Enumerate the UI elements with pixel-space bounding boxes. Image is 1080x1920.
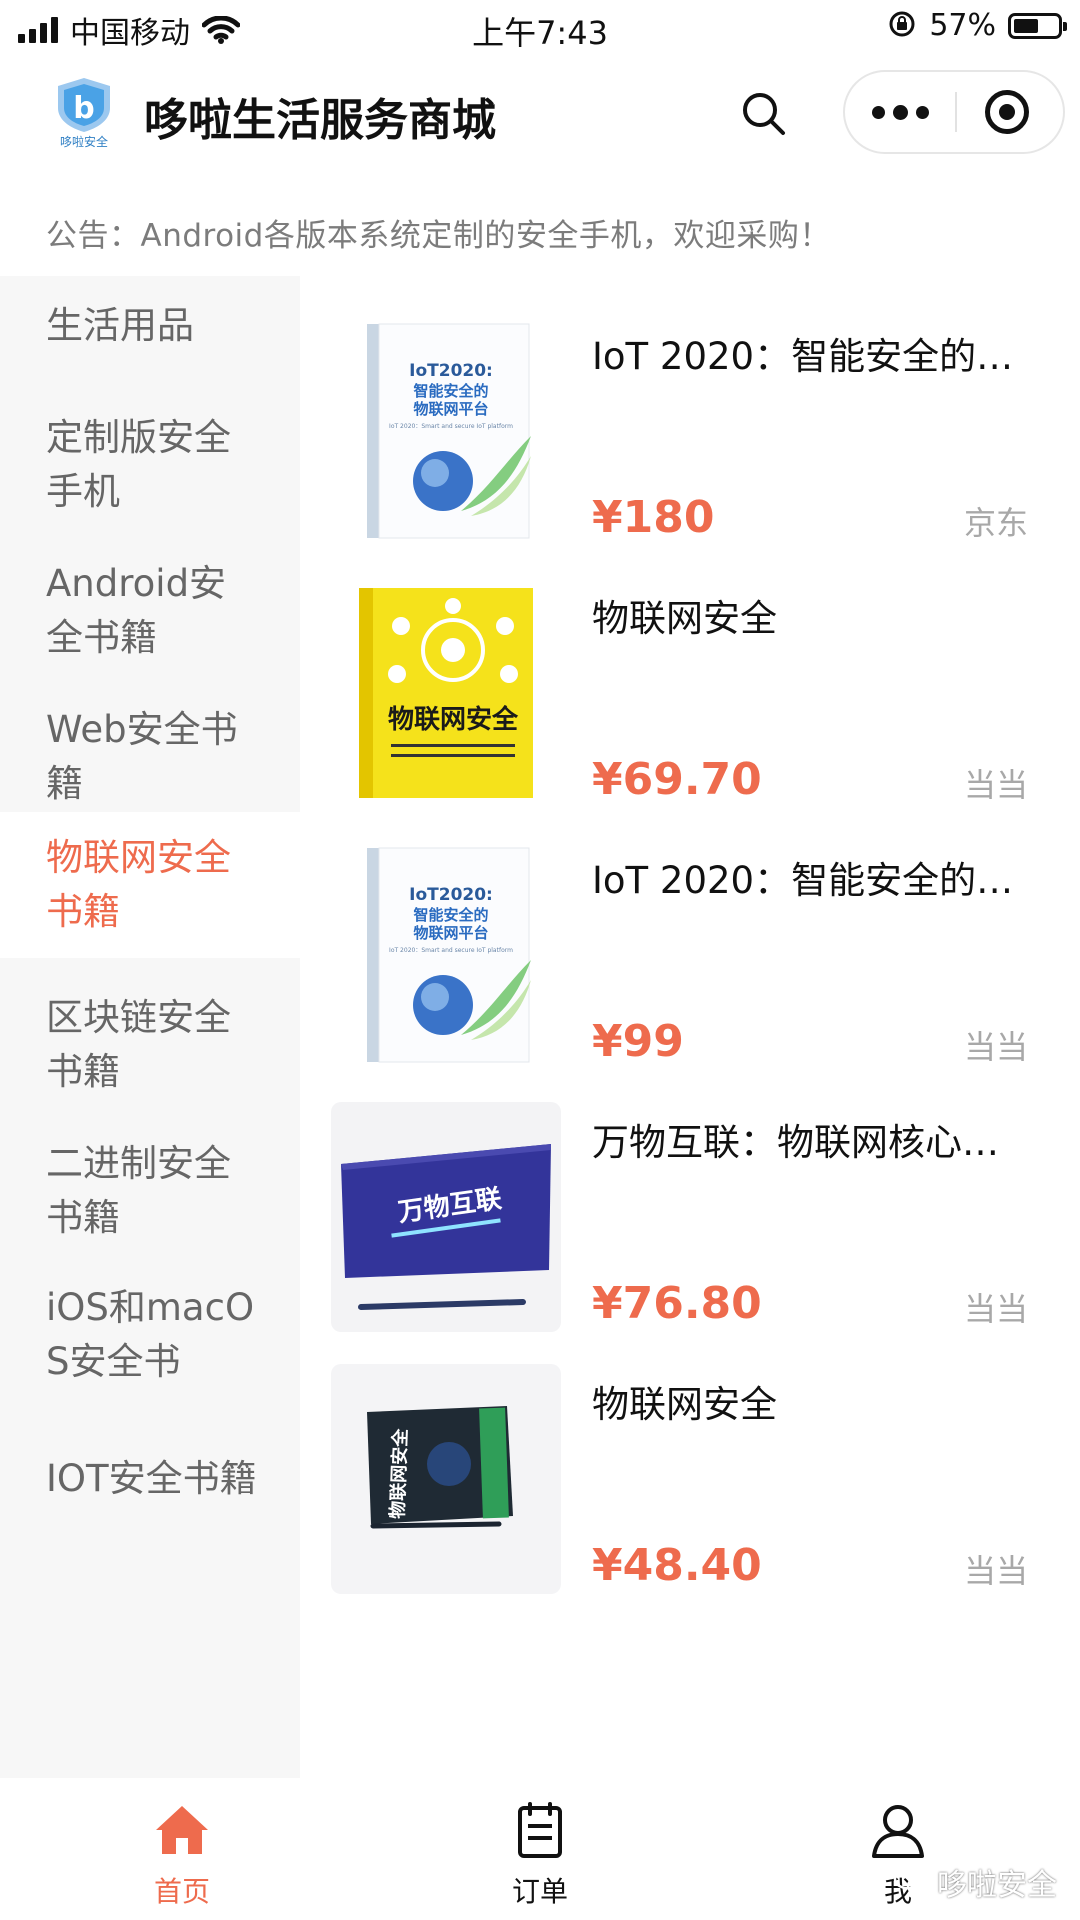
product-price: ¥48.40 — [592, 1540, 762, 1591]
product-title: 物联网安全 — [592, 597, 777, 640]
product-title: 万物互联：物联网核心技术与安全 — [592, 1121, 1032, 1164]
svg-text:IoT2020:: IoT2020: — [409, 361, 493, 381]
capsule-divider — [955, 92, 957, 132]
product-image[interactable]: IoT2020: 智能安全的 物联网平台 IoT 2020：Smart and … — [331, 840, 561, 1070]
tab-orders-label: 订单 — [511, 1875, 568, 1908]
watermark-text: 哆啦安全 — [937, 1868, 1057, 1903]
product-store: 当当 — [963, 1028, 1028, 1066]
product-item[interactable]: IoT2020: 智能安全的 物联网平台 IoT 2020：Smart and … — [300, 840, 1080, 1102]
product-price: ¥76.80 — [592, 1278, 762, 1329]
battery-percentage: 57% — [929, 8, 996, 43]
category-label: 二进制安全书籍 — [46, 1142, 231, 1239]
rotation-lock-icon — [887, 9, 917, 43]
product-title: IoT 2020：智能安全的物联网平台 — [592, 335, 1032, 378]
app-title: 哆啦生活服务商城 — [144, 95, 496, 146]
category-label: Android安全书籍 — [46, 562, 227, 659]
product-image[interactable]: 物联网安全 — [331, 1364, 561, 1594]
category-label: iOS和macOS安全书 — [46, 1286, 255, 1383]
announcement-text: 公告：Android各版本系统定制的安全手机，欢迎采购！ — [46, 218, 831, 254]
svg-text:IoT 2020：Smart and secure IoT: IoT 2020：Smart and secure IoT platform — [389, 947, 513, 954]
svg-text:物联网平台: 物联网平台 — [413, 400, 488, 418]
category-label: 区块链安全书籍 — [46, 996, 231, 1093]
product-title: 物联网安全 — [592, 1383, 777, 1426]
more-button[interactable] — [845, 72, 955, 152]
product-image[interactable]: 万物互联 — [331, 1102, 561, 1332]
svg-text:物联网安全: 物联网安全 — [388, 704, 519, 735]
tab-orders[interactable]: 订单 — [440, 1778, 640, 1920]
tab-home-label: 首页 — [153, 1875, 210, 1908]
product-store: 当当 — [963, 1552, 1028, 1590]
category-label: 定制版安全手机 — [46, 416, 231, 513]
status-bar: 中国移动 上午7:43 57% — [0, 0, 1080, 56]
product-item[interactable]: 物联网安全 物联网安全 ¥48.40 当当 — [300, 1364, 1080, 1626]
search-icon — [743, 93, 785, 135]
product-store: 当当 — [963, 766, 1028, 804]
svg-text:智能安全的: 智能安全的 — [413, 906, 488, 924]
product-item[interactable]: 物联网安全 物联网安全 ¥69.70 当当 — [300, 578, 1080, 840]
svg-text:物联网安全: 物联网安全 — [386, 1427, 411, 1519]
home-icon — [156, 1806, 208, 1854]
product-store: 京东 — [963, 504, 1028, 542]
tab-home[interactable]: 首页 — [82, 1778, 282, 1920]
search-button[interactable] — [736, 86, 792, 142]
wechat-icon — [893, 1868, 930, 1896]
order-icon — [518, 1802, 562, 1858]
close-miniprogram-button[interactable] — [985, 90, 1029, 134]
category-label: 物联网安全书籍 — [46, 836, 231, 933]
svg-text:智能安全的: 智能安全的 — [413, 382, 488, 400]
product-price: ¥99 — [592, 1016, 684, 1067]
menu-capsule — [843, 70, 1065, 154]
category-label: 生活用品 — [46, 304, 194, 347]
category-item[interactable]: IOT安全书籍 — [0, 1390, 300, 1568]
app-logo: b 哆啦安全 — [52, 76, 116, 149]
svg-text:IoT2020:: IoT2020: — [409, 885, 493, 905]
category-sidebar: 生活用品定制版安全手机 Android安全书籍 Web安全书籍 物联网安全书籍 区块链安… — [0, 276, 300, 1778]
svg-text:物联网平台: 物联网平台 — [413, 924, 488, 942]
category-label: IOT安全书籍 — [46, 1457, 257, 1500]
svg-text:IoT 2020：Smart and secure IoT: IoT 2020：Smart and secure IoT platform — [389, 423, 513, 430]
product-store: 当当 — [963, 1290, 1028, 1328]
product-image[interactable]: IoT2020: 智能安全的 物联网平台 IoT 2020：Smart and … — [331, 316, 561, 546]
product-item[interactable]: 万物互联 万物互联：物联网核心技术与安全 ¥76.80 当当 — [300, 1102, 1080, 1364]
svg-text:哆啦安全: 哆啦安全 — [60, 134, 108, 148]
product-price: ¥180 — [592, 492, 715, 543]
category-label: Web安全书籍 — [46, 708, 238, 805]
product-item[interactable]: IoT2020: 智能安全的 物联网平台 IoT 2020：Smart and … — [300, 316, 1080, 578]
product-title: IoT 2020：智能安全的物联网平台 — [592, 859, 1032, 902]
category-item[interactable]: 生活用品 — [0, 276, 300, 376]
category-item[interactable]: 物联网安全书籍 — [0, 812, 300, 958]
product-image[interactable]: 物联网安全 — [331, 578, 561, 808]
user-icon — [872, 1805, 924, 1858]
svg-text:b: b — [73, 91, 94, 126]
product-price: ¥69.70 — [592, 754, 762, 805]
mini-program-header: b 哆啦安全 哆啦生活服务商城 — [0, 56, 1080, 166]
battery-icon — [1008, 12, 1067, 39]
watermark: 哆啦安全 — [893, 1860, 1057, 1904]
